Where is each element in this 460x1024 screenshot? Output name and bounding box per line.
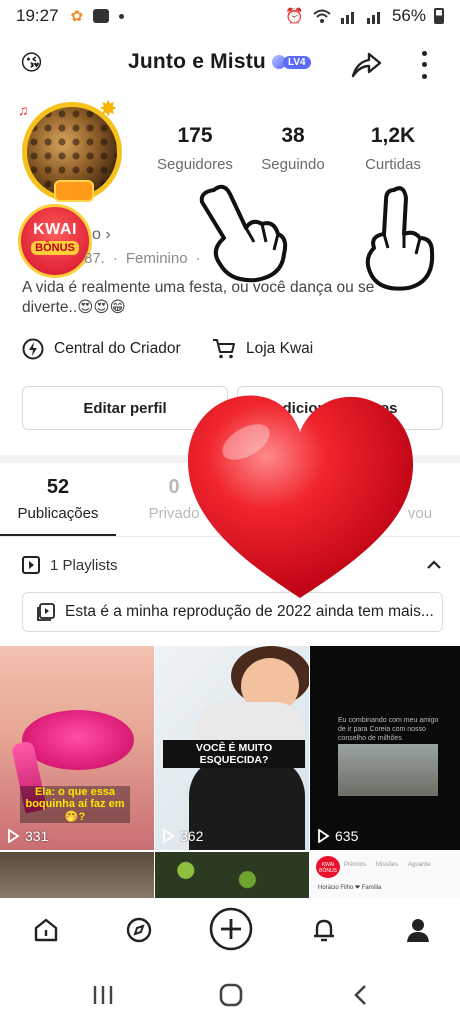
cartoon-body-shape xyxy=(189,756,305,850)
view-count: 635 xyxy=(316,828,358,844)
nav-create[interactable] xyxy=(208,906,254,952)
playlist-title: Esta é a minha reprodução de 2022 ainda … xyxy=(65,603,434,620)
back-system-button[interactable] xyxy=(346,980,376,1010)
likes-count: 1,2K xyxy=(370,124,416,147)
bottom-navigation xyxy=(0,898,460,964)
stat-likes[interactable]: 1,2K Curtidas xyxy=(348,124,438,173)
following-label: Seguindo xyxy=(261,156,325,173)
cartoon-shirt-shape xyxy=(195,702,305,742)
video-thumbnail[interactable] xyxy=(0,852,154,898)
chevron-up-icon[interactable] xyxy=(426,560,442,570)
lips-shape xyxy=(22,710,134,770)
system-navigation xyxy=(0,964,460,1024)
view-count: 331 xyxy=(6,828,48,844)
dot-icon xyxy=(119,13,125,19)
nav-home[interactable] xyxy=(28,912,64,948)
bell-icon xyxy=(314,919,334,942)
tab-publications[interactable]: 52 Publicações xyxy=(0,476,116,522)
home-system-button[interactable] xyxy=(216,980,246,1010)
creator-center-label: Central do Criador xyxy=(54,340,181,357)
video-caption: Eu combinando com meu amigo de ir para C… xyxy=(338,717,439,742)
crown-icon: ✸ xyxy=(99,96,118,121)
recent-apps-button[interactable] xyxy=(88,980,118,1010)
followers-count: 175 xyxy=(177,124,213,147)
status-time: 19:27 xyxy=(16,6,59,25)
likes-label: Curtidas xyxy=(365,156,421,173)
signal-icon-2 xyxy=(366,12,380,24)
profile-id-line: 87. · Feminino · xyxy=(84,250,201,267)
kwai-card-user: Horácio Filho ❤ Família xyxy=(318,885,382,891)
view-count-value: 362 xyxy=(180,828,204,844)
compass-icon xyxy=(126,917,152,943)
profile-top-bar: 😘 Junto e Mistu LV4 xyxy=(0,40,460,86)
message-notification-icon xyxy=(93,9,110,23)
alarm-icon: ⏰ xyxy=(285,8,304,25)
share-icon[interactable] xyxy=(349,48,383,82)
home-icon xyxy=(34,918,58,942)
video-grid: Ela: o que essa boquinha aí faz em 🤭? 33… xyxy=(0,646,460,898)
profile-bio: A vida é realmente uma festa, ou você da… xyxy=(22,279,375,316)
playlist-icon xyxy=(22,556,40,574)
app-notification-icon: ✿ xyxy=(70,8,84,25)
back-chevron-icon xyxy=(354,985,366,1005)
video-thumbnail[interactable]: KWAI BÔNUS Prêmios Missões Aguarde Horác… xyxy=(310,852,460,898)
avatar-frame[interactable]: ♫ ✸ xyxy=(14,96,134,206)
heart-sticker-icon xyxy=(187,395,414,598)
kwai-store-link[interactable]: Loja Kwai xyxy=(212,338,313,360)
camera-badge-icon xyxy=(54,180,94,202)
play-icon xyxy=(318,829,330,843)
video-thumbnail[interactable]: Ela: o que essa boquinha aí faz em 🤭? 33… xyxy=(0,646,154,850)
creator-links: Central do Criador Loja Kwai xyxy=(22,338,442,362)
level-label: LV4 xyxy=(283,55,311,69)
play-icon xyxy=(163,829,175,843)
video-thumbnail[interactable]: VOCÊ É MUITO ESQUECIDA? 362 xyxy=(155,646,309,850)
recent-apps-icon xyxy=(93,986,113,1004)
nav-profile[interactable] xyxy=(400,912,436,948)
kwai-store-label: Loja Kwai xyxy=(246,340,314,357)
kwai-bonus-line1: KWAI xyxy=(33,221,77,238)
view-count-value: 331 xyxy=(25,828,49,844)
wifi-icon xyxy=(313,9,331,23)
lightning-circle-icon xyxy=(22,338,44,360)
video-scene xyxy=(338,744,438,796)
video-thumbnail[interactable]: Eu combinando com meu amigo de ir para C… xyxy=(310,646,460,850)
playlists-count-label: 1 Playlists xyxy=(50,556,118,574)
video-caption: VOCÊ É MUITO ESQUECIDA? xyxy=(163,740,305,768)
video-caption: Ela: o que essa boquinha aí faz em 🤭? xyxy=(20,786,130,823)
battery-icon xyxy=(434,8,444,24)
profile-gender: Feminino xyxy=(125,250,188,267)
nav-notifications[interactable] xyxy=(306,912,342,948)
playlist-item-icon xyxy=(37,603,55,621)
publications-label: Publicações xyxy=(17,505,99,522)
home-square-icon xyxy=(219,983,243,1007)
play-icon xyxy=(8,829,20,843)
stat-following[interactable]: 38 Seguindo xyxy=(248,124,338,173)
pointing-hand-left-icon xyxy=(199,184,288,283)
profile-icon xyxy=(407,919,429,942)
cart-icon xyxy=(213,339,235,359)
view-count: 362 xyxy=(161,828,203,844)
level-badge: LV4 xyxy=(272,55,311,69)
plus-circle-icon xyxy=(209,907,253,951)
signal-icon xyxy=(340,12,354,24)
profile-stats: 175 Seguidores 38 Seguindo 1,2K Curtidas xyxy=(150,124,450,184)
publications-count: 52 xyxy=(46,476,70,498)
battery-percent: 56% xyxy=(391,6,426,25)
view-count-value: 635 xyxy=(335,828,359,844)
profile-title: Junto e Mistu xyxy=(128,50,266,73)
followers-label: Seguidores xyxy=(157,156,233,173)
profile-name-link[interactable]: o › xyxy=(92,226,111,244)
profile-id: 87. xyxy=(84,250,105,267)
nav-discover[interactable] xyxy=(121,912,157,948)
kwai-card-tabs: Prêmios Missões Aguarde xyxy=(344,862,431,868)
stat-followers[interactable]: 175 Seguidores xyxy=(150,124,240,173)
video-thumbnail[interactable] xyxy=(155,852,309,898)
more-options-icon[interactable] xyxy=(414,48,434,82)
following-count: 38 xyxy=(281,124,305,147)
creator-center-link[interactable]: Central do Criador xyxy=(22,338,181,360)
kwai-card-badge: KWAI BÔNUS xyxy=(316,856,340,878)
emoji-kiss-icon: 😘 xyxy=(20,50,43,75)
status-bar: 19:27 ✿ ⏰ 56% xyxy=(0,0,460,32)
